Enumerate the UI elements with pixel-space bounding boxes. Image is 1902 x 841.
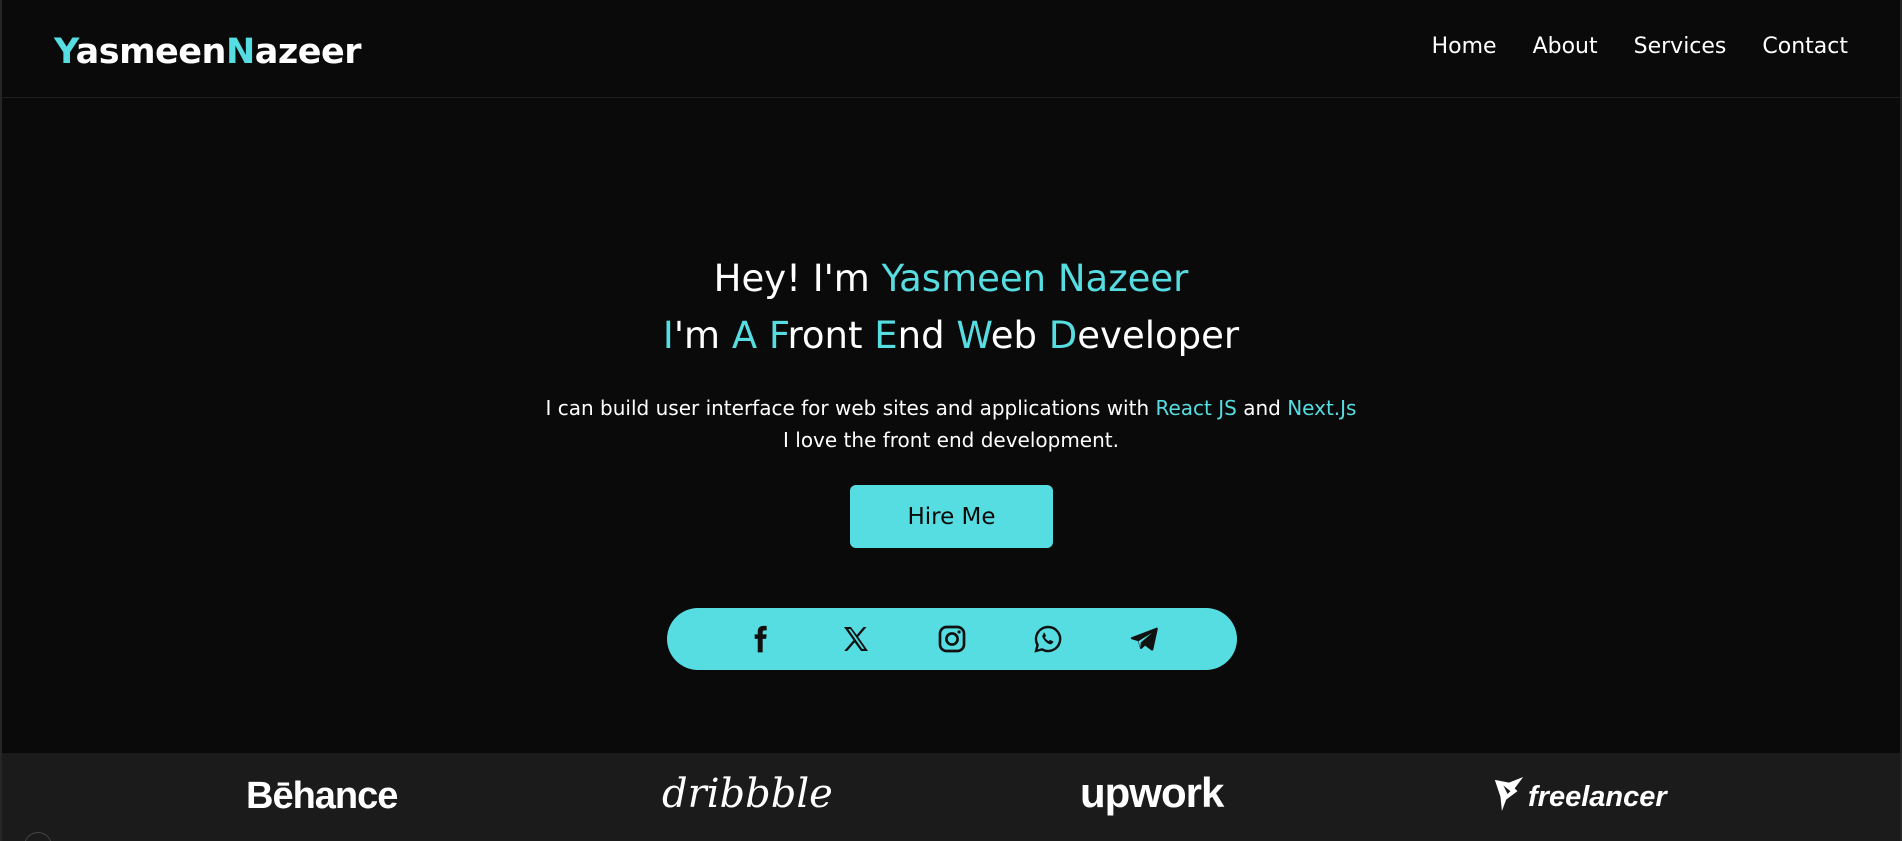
- logo-first-initial: Y: [54, 32, 76, 72]
- tech-react: React JS: [1155, 396, 1237, 420]
- role-word-2-rest: [757, 314, 769, 357]
- behance-logo[interactable]: Bēhance: [246, 775, 398, 818]
- tech-next: Next.Js: [1287, 396, 1357, 420]
- freelancer-wordmark: freelancer: [1528, 781, 1667, 813]
- upwork-logo[interactable]: upwork: [1080, 769, 1224, 817]
- role-word-2-initial: A: [731, 314, 758, 357]
- role-word-4-initial: E: [874, 314, 898, 357]
- site-logo[interactable]: YasmeenNazeer: [54, 32, 362, 72]
- role-word-1-rest: 'm: [673, 314, 732, 357]
- social-links-bar: [667, 608, 1237, 670]
- role-word-5-rest: eb: [990, 314, 1049, 357]
- hero-section: Hey! I'm Yasmeen Nazeer I'm A Front End …: [2, 250, 1900, 456]
- facebook-icon[interactable]: [744, 623, 776, 655]
- platform-logos-strip: Bēhance dribbble upwork freelancer: [2, 753, 1900, 841]
- role-word-6-rest: eveloper: [1077, 314, 1240, 357]
- role-word-3-rest: ront: [787, 314, 875, 357]
- logo-last-rest: azeer: [254, 32, 362, 72]
- greeting-prefix: Hey! I'm: [713, 257, 882, 300]
- page: YasmeenNazeer Home About Services Contac…: [0, 0, 1902, 841]
- role-word-6-initial: D: [1048, 314, 1078, 357]
- nav-contact[interactable]: Contact: [1762, 34, 1848, 59]
- telegram-icon[interactable]: [1128, 623, 1160, 655]
- desc-prefix: I can build user interface for web sites…: [545, 396, 1156, 420]
- role-word-5-initial: W: [956, 314, 991, 357]
- nav-services[interactable]: Services: [1634, 34, 1727, 59]
- main-nav: Home About Services Contact: [1432, 34, 1848, 59]
- hero-description: I can build user interface for web sites…: [2, 392, 1900, 456]
- x-icon[interactable]: [840, 623, 872, 655]
- hero-role: I'm A Front End Web Developer: [2, 307, 1900, 364]
- hire-me-button[interactable]: Hire Me: [850, 485, 1053, 548]
- freelancer-logo[interactable]: freelancer: [1492, 776, 1667, 814]
- whatsapp-icon[interactable]: [1032, 623, 1064, 655]
- role-word-3-initial: F: [768, 314, 788, 357]
- role-word-1-initial: I: [662, 314, 674, 357]
- freelancer-bird-icon: [1494, 776, 1524, 811]
- logo-first-rest: asmeen: [75, 32, 227, 72]
- nav-about[interactable]: About: [1533, 34, 1598, 59]
- navbar: YasmeenNazeer Home About Services Contac…: [2, 0, 1900, 98]
- hero-name: Yasmeen Nazeer: [881, 257, 1189, 300]
- instagram-icon[interactable]: [936, 623, 968, 655]
- desc-line-2: I love the front end development.: [783, 428, 1119, 452]
- nav-home[interactable]: Home: [1432, 34, 1497, 59]
- role-word-4-rest: nd: [897, 314, 957, 357]
- desc-and: and: [1236, 396, 1288, 420]
- hero-greeting: Hey! I'm Yasmeen Nazeer: [2, 250, 1900, 307]
- dribbble-logo[interactable]: dribbble: [662, 771, 833, 817]
- logo-last-initial: N: [225, 32, 255, 72]
